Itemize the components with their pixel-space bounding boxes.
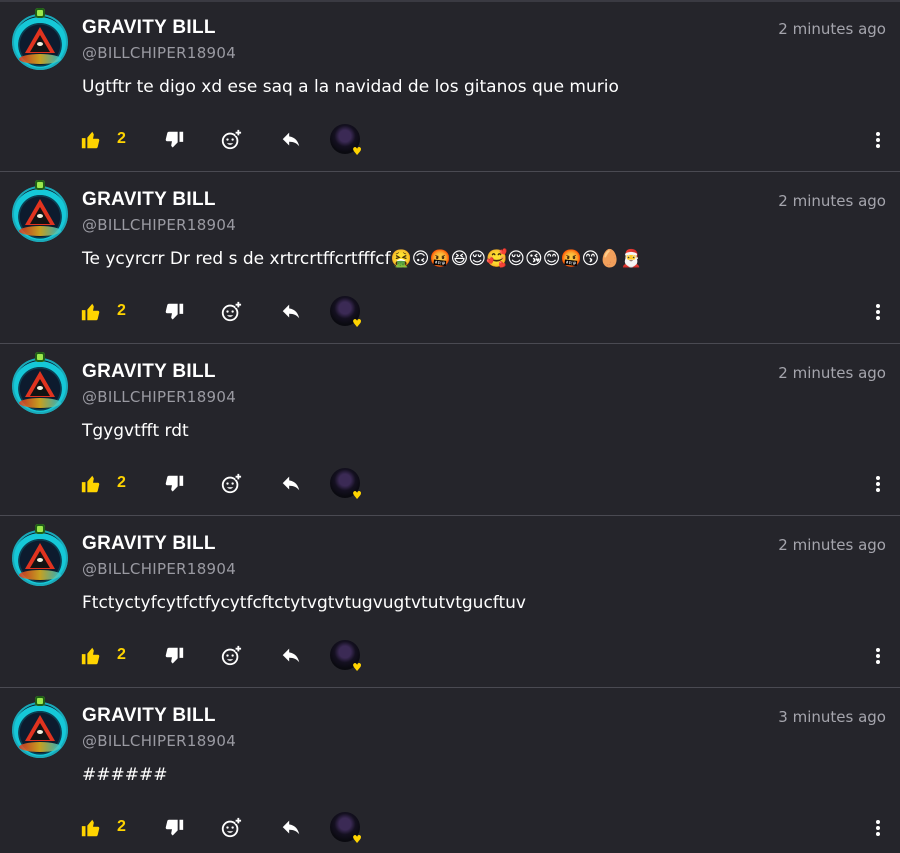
like-count: 2: [117, 818, 126, 835]
author-name[interactable]: GRAVITY BILL: [82, 361, 216, 383]
thumbs-up-icon[interactable]: [80, 301, 102, 323]
author-avatar[interactable]: [12, 696, 68, 758]
reply-arrow-icon[interactable]: [280, 301, 302, 323]
creator-heart-avatar: ♥: [330, 124, 362, 158]
avatar-eye-shape: [37, 214, 43, 218]
author-avatar[interactable]: [12, 352, 68, 414]
avatar-hat-shape: [35, 524, 45, 534]
add-reaction-icon[interactable]: [220, 817, 242, 839]
author-handle[interactable]: @BILLCHIPER18904: [82, 216, 236, 234]
comment-card: GRAVITY BILL @BILLCHIPER18904 2 minutes …: [0, 172, 900, 344]
avatar-glow-shape: [19, 226, 61, 236]
avatar-eye-shape: [37, 730, 43, 734]
add-reaction-icon[interactable]: [220, 129, 242, 151]
more-vertical-icon[interactable]: [868, 473, 888, 495]
comment-actions: 2 ♥: [0, 808, 900, 848]
avatar-eye-shape: [37, 386, 43, 390]
avatar-eye-shape: [37, 558, 43, 562]
thumbs-up-icon[interactable]: [80, 645, 102, 667]
comment-actions: 2 ♥: [0, 464, 900, 504]
comment-actions: 2 ♥: [0, 120, 900, 160]
comment-card: GRAVITY BILL @BILLCHIPER18904 3 minutes …: [0, 688, 900, 853]
author-handle[interactable]: @BILLCHIPER18904: [82, 560, 236, 578]
heart-icon: ♥: [352, 833, 362, 846]
reply-arrow-icon[interactable]: [280, 129, 302, 151]
avatar-eye-shape: [37, 42, 43, 46]
avatar-hat-shape: [35, 8, 45, 18]
thumbs-up-icon[interactable]: [80, 817, 102, 839]
add-reaction-icon[interactable]: [220, 301, 242, 323]
add-reaction-icon[interactable]: [220, 645, 242, 667]
author-handle[interactable]: @BILLCHIPER18904: [82, 732, 236, 750]
author-handle[interactable]: @BILLCHIPER18904: [82, 44, 236, 62]
reply-arrow-icon[interactable]: [280, 645, 302, 667]
author-handle[interactable]: @BILLCHIPER18904: [82, 388, 236, 406]
comment-actions: 2 ♥: [0, 292, 900, 332]
heart-icon: ♥: [352, 317, 362, 330]
avatar-hat-shape: [35, 352, 45, 362]
comment-text: Tgygvtfft rdt: [82, 421, 189, 441]
avatar-glow-shape: [19, 398, 61, 408]
author-avatar[interactable]: [12, 524, 68, 586]
like-count: 2: [117, 302, 126, 319]
author-avatar[interactable]: [12, 8, 68, 70]
creator-heart-avatar: ♥: [330, 812, 362, 846]
avatar-hat-shape: [35, 696, 45, 706]
author-avatar[interactable]: [12, 180, 68, 242]
more-vertical-icon[interactable]: [868, 301, 888, 323]
avatar-glow-shape: [19, 54, 61, 64]
creator-heart-avatar: ♥: [330, 296, 362, 330]
comment-timestamp: 2 minutes ago: [778, 192, 886, 210]
creator-heart-avatar: ♥: [330, 640, 362, 674]
comment-timestamp: 2 minutes ago: [778, 20, 886, 38]
thumbs-up-icon[interactable]: [80, 129, 102, 151]
comment-timestamp: 2 minutes ago: [778, 364, 886, 382]
reply-arrow-icon[interactable]: [280, 473, 302, 495]
thumbs-up-icon[interactable]: [80, 473, 102, 495]
more-vertical-icon[interactable]: [868, 645, 888, 667]
add-reaction-icon[interactable]: [220, 473, 242, 495]
reply-arrow-icon[interactable]: [280, 817, 302, 839]
comment-card: GRAVITY BILL @BILLCHIPER18904 2 minutes …: [0, 0, 900, 172]
author-name[interactable]: GRAVITY BILL: [82, 17, 216, 39]
heart-icon: ♥: [352, 661, 362, 674]
comment-feed: GRAVITY BILL @BILLCHIPER18904 2 minutes …: [0, 0, 900, 853]
heart-icon: ♥: [352, 145, 362, 158]
comment-card: GRAVITY BILL @BILLCHIPER18904 2 minutes …: [0, 344, 900, 516]
comment-card: GRAVITY BILL @BILLCHIPER18904 2 minutes …: [0, 516, 900, 688]
thumbs-down-icon[interactable]: [163, 645, 185, 667]
comment-text: Te ycyrcrr Dr red s de xrtrcrtffcrtfffcf…: [82, 249, 642, 269]
more-vertical-icon[interactable]: [868, 129, 888, 151]
thumbs-down-icon[interactable]: [163, 129, 185, 151]
avatar-hat-shape: [35, 180, 45, 190]
heart-icon: ♥: [352, 489, 362, 502]
thumbs-down-icon[interactable]: [163, 473, 185, 495]
comment-text: Ftctyctyfcytfctfycytfcftctytvgtvtugvugtv…: [82, 593, 526, 613]
author-name[interactable]: GRAVITY BILL: [82, 189, 216, 211]
author-name[interactable]: GRAVITY BILL: [82, 533, 216, 555]
comment-text: ######: [82, 765, 168, 785]
author-name[interactable]: GRAVITY BILL: [82, 705, 216, 727]
like-count: 2: [117, 474, 126, 491]
comment-actions: 2 ♥: [0, 636, 900, 676]
like-count: 2: [117, 646, 126, 663]
comment-timestamp: 2 minutes ago: [778, 536, 886, 554]
more-vertical-icon[interactable]: [868, 817, 888, 839]
comment-text: Ugtftr te digo xd ese saq a la navidad d…: [82, 77, 619, 97]
avatar-glow-shape: [19, 742, 61, 752]
comment-timestamp: 3 minutes ago: [778, 708, 886, 726]
avatar-glow-shape: [19, 570, 61, 580]
thumbs-down-icon[interactable]: [163, 301, 185, 323]
creator-heart-avatar: ♥: [330, 468, 362, 502]
thumbs-down-icon[interactable]: [163, 817, 185, 839]
like-count: 2: [117, 130, 126, 147]
